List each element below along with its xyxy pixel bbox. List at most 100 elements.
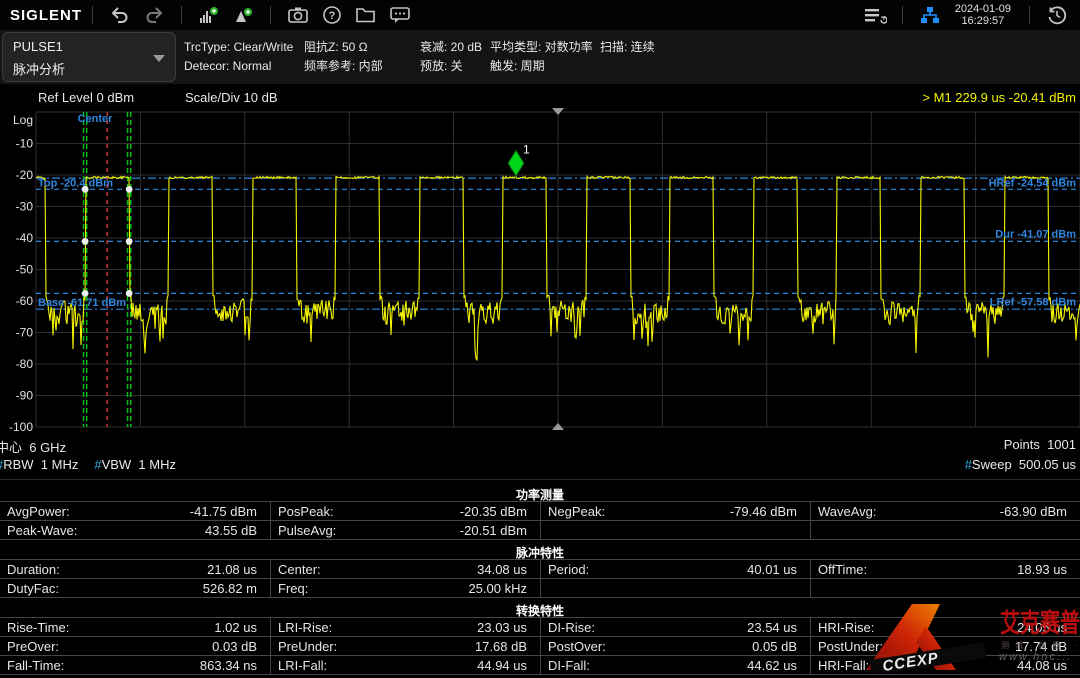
scale-div-readout[interactable]: Scale/Div 10 dB	[185, 90, 278, 105]
crossing-point-dot	[126, 238, 133, 245]
table-cell: WaveAvg:-63.90 dBm	[810, 502, 1080, 520]
acquisition-settings: TrcType: Clear/WriteDetecor: Normal阻抗Z: …	[184, 38, 690, 76]
table-cell	[540, 521, 810, 539]
table-cell: PulseAvg:-20.51 dBm	[270, 521, 540, 539]
cell-label: DI-Rise:	[541, 620, 595, 635]
cell-value: -79.46 dBm	[730, 504, 810, 519]
table-cell: DutyFac:526.82 m	[0, 579, 270, 597]
cell-value: 0.05 dB	[752, 639, 810, 654]
setting-line: 触发: 周期	[490, 57, 600, 76]
help-icon[interactable]: ?	[315, 3, 349, 27]
cell-label: Rise-Time:	[0, 620, 69, 635]
date-text: 2024-01-09	[955, 3, 1011, 15]
svg-text:?: ?	[329, 10, 336, 22]
table-section-1: 脉冲特性Duration:21.08 usCenter:34.08 usPeri…	[0, 541, 1080, 598]
crossing-point-dot	[126, 186, 133, 193]
vbw-value: VBW 1 MHz	[102, 457, 176, 472]
cell-label: PosPeak:	[271, 504, 334, 519]
cell-label: LRI-Rise:	[271, 620, 332, 635]
y-axis-tick: -10	[16, 137, 34, 151]
rbw-value: RBW 1 MHz	[3, 457, 78, 472]
base-level-label: Base -61.71 dBm	[38, 297, 126, 309]
y-axis-tick: -100	[9, 420, 33, 434]
trace-add-icon[interactable]	[192, 3, 226, 27]
lref-level-label: LRef -57.58 dBm	[990, 296, 1076, 308]
ref-level-readout[interactable]: Ref Level 0 dBm	[38, 90, 134, 105]
cell-label: Freq:	[271, 581, 308, 596]
network-icon[interactable]	[913, 3, 947, 27]
setting-column-1: 阻抗Z: 50 Ω频率参考: 内部	[304, 38, 420, 76]
message-icon[interactable]	[383, 3, 417, 27]
table-cell: LRI-Rise:23.03 us	[270, 618, 540, 636]
y-axis-scale-type: Log	[13, 113, 33, 127]
time-text: 16:29:57	[955, 15, 1011, 27]
measurement-mode-dropdown[interactable]: PULSE1 脉冲分析	[2, 32, 176, 82]
center-gate-label: Center	[78, 113, 114, 125]
y-axis-tick: -70	[16, 326, 34, 340]
cell-value: 21.08 us	[207, 562, 270, 577]
marker-m1-diamond[interactable]	[508, 150, 524, 176]
center-frequency-readout[interactable]: 中心 6 GHz	[0, 437, 66, 456]
table-row: Peak-Wave: 43.55 dBPulseAvg:-20.51 dBm	[0, 520, 1080, 539]
sweep-readout[interactable]: #Sweep 500.05 us	[965, 457, 1076, 472]
table-cell: PostOver:0.05 dB	[540, 637, 810, 655]
undo-icon[interactable]	[103, 3, 137, 27]
href-level-label: HRef -24.54 dBm	[989, 177, 1077, 189]
table-cell: Peak-Wave: 43.55 dB	[0, 521, 270, 539]
setting-line: 阻抗Z: 50 Ω	[304, 38, 420, 57]
toolbar-divider	[270, 6, 271, 24]
table-cell: LRI-Fall:44.94 us	[270, 656, 540, 674]
cell-label: Center:	[271, 562, 321, 577]
plot-header: Ref Level 0 dBm Scale/Div 10 dB > M1 229…	[0, 90, 1080, 106]
watermark-brand-text: 艾克赛普	[1000, 602, 1080, 640]
mode-subtitle: 脉冲分析	[13, 59, 65, 78]
cell-value: 44.62 us	[747, 658, 810, 673]
toolbar-divider	[181, 6, 182, 24]
camera-icon[interactable]	[281, 3, 315, 27]
cell-value: 25.00 kHz	[468, 581, 540, 596]
toolbar-divider	[902, 6, 903, 24]
table-section-0: 功率测量AvgPower:-41.75 dBmPosPeak:-20.35 dB…	[0, 483, 1080, 540]
crossing-point-dot	[82, 238, 89, 245]
table-cell: Duration:21.08 us	[0, 560, 270, 578]
setting-column-4: 扫描: 连续	[600, 38, 690, 76]
cell-label: DI-Fall:	[541, 658, 590, 673]
sweep-value: Sweep 500.05 us	[972, 457, 1076, 472]
spectrum-plot-canvas[interactable]: Log-10-20-30-40-50-60-70-80-90-100Center…	[0, 105, 1080, 439]
setting-line: 扫描: 连续	[600, 38, 690, 57]
points-readout: Points 1001	[1004, 437, 1076, 452]
y-axis-tick: -40	[16, 231, 34, 245]
cell-value: 23.54 us	[747, 620, 810, 635]
table-section-title: 功率测量	[0, 483, 1080, 501]
cell-value: 43.55 dB	[205, 523, 270, 538]
peak-marker-add-icon[interactable]	[226, 3, 260, 27]
table-cell	[540, 579, 810, 597]
toolbar-divider	[1029, 6, 1030, 24]
y-axis-tick: -50	[16, 263, 34, 277]
vendor-watermark: CCEXP 艾克赛普 测 试 · 仪 器 · ··· www.hnc...	[860, 600, 1080, 673]
siglent-logo: SIGLENT	[10, 7, 82, 24]
history-icon[interactable]	[1040, 3, 1074, 27]
cell-value: 40.01 us	[747, 562, 810, 577]
table-row: Duration:21.08 usCenter:34.08 usPeriod:4…	[0, 559, 1080, 578]
rbw-vbw-readout[interactable]: #RBW 1 MHz#VBW 1 MHz	[0, 457, 176, 472]
table-row: DutyFac:526.82 mFreq: 25.00 kHz	[0, 578, 1080, 597]
table-cell: NegPeak:-79.46 dBm	[540, 502, 810, 520]
menu-list-icon[interactable]	[858, 3, 892, 27]
table-row: AvgPower:-41.75 dBmPosPeak:-20.35 dBmNeg…	[0, 501, 1080, 520]
setting-line: 频率参考: 内部	[304, 57, 420, 76]
table-cell: OffTime:18.93 us	[810, 560, 1080, 578]
y-axis-tick: -90	[16, 389, 34, 403]
folder-icon[interactable]	[349, 3, 383, 27]
cell-label: AvgPower:	[0, 504, 70, 519]
crossing-point-dot	[82, 290, 89, 297]
setting-line: 衰减: 20 dB	[420, 38, 490, 57]
setting-line: Detecor: Normal	[184, 57, 304, 76]
redo-icon[interactable]	[137, 3, 171, 27]
y-axis-tick: -60	[16, 294, 34, 308]
toolbar-divider	[92, 6, 93, 24]
cell-value: 1.02 us	[214, 620, 270, 635]
top-level-label: Top -20.4 dBm	[38, 177, 113, 189]
table-cell	[810, 521, 1080, 539]
cell-label: Peak-Wave:	[0, 523, 77, 538]
